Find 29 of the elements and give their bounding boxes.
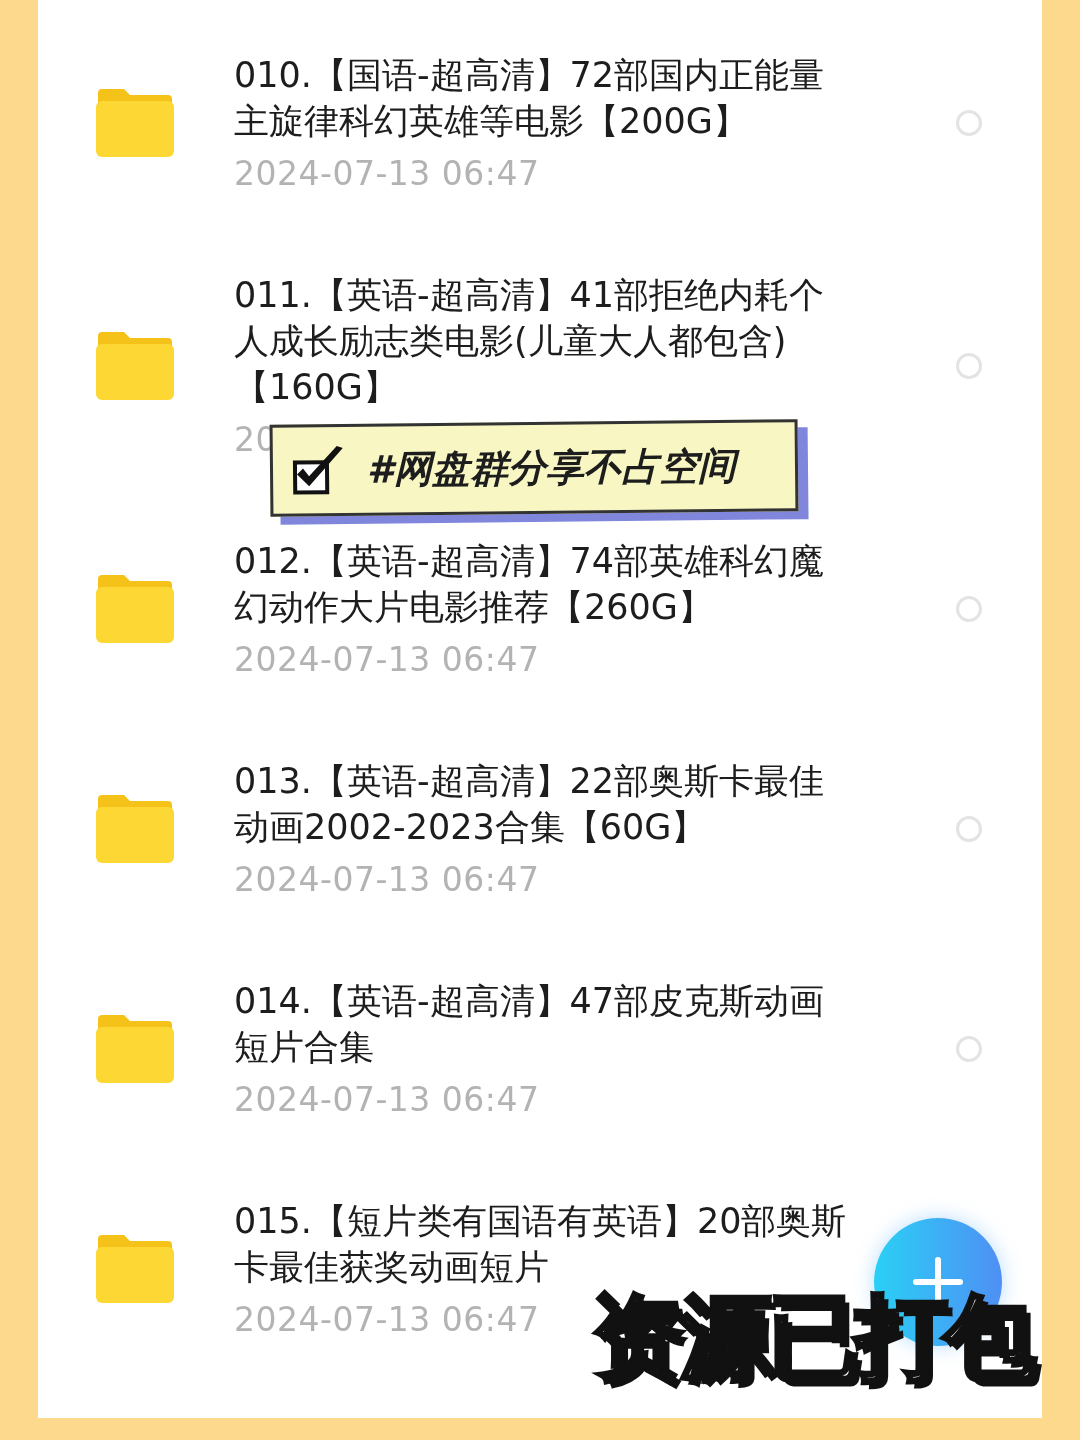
file-date: 2024-07-13 06:47 — [234, 860, 540, 899]
file-date: 2024-07-13 06:47 — [234, 640, 540, 679]
select-radio[interactable] — [956, 109, 982, 136]
file-name: 010.【国语-超高清】72部国内正能量 — [234, 54, 825, 97]
folder-icon — [94, 1232, 176, 1305]
file-name: 主旋律科幻英雄等电影【200G】 — [234, 100, 748, 143]
select-radio[interactable] — [956, 815, 982, 842]
folder-icon — [94, 1012, 176, 1085]
file-name: 幻动作大片电影推荐【260G】 — [234, 586, 713, 629]
file-date: 2024-07-13 06:47 — [234, 1080, 540, 1119]
file-name: 014.【英语-超高清】47部皮克斯动画 — [234, 980, 825, 1023]
file-name: 011.【英语-超高清】41部拒绝内耗个 — [234, 274, 825, 317]
file-name: 人成长励志类电影(儿童大人都包含) — [234, 320, 787, 363]
file-name: 动画2002-2023合集【60G】 — [234, 806, 707, 849]
file-name: 短片合集 — [234, 1026, 374, 1069]
folder-icon — [94, 792, 176, 865]
file-name: 【160G】 — [234, 366, 398, 409]
file-name: 015.【短片类有国语有英语】20部奥斯 — [234, 1200, 847, 1243]
folder-icon — [94, 329, 176, 402]
file-date: 2024-07-13 06:47 — [234, 154, 540, 193]
select-radio[interactable] — [956, 352, 982, 379]
select-radio[interactable] — [956, 1035, 982, 1062]
file-name: 012.【英语-超高清】74部英雄科幻魔 — [234, 540, 825, 583]
select-radio[interactable] — [956, 595, 982, 622]
folder-icon — [94, 572, 176, 645]
folder-icon — [94, 86, 176, 159]
file-name: 013.【英语-超高清】22部奥斯卡最佳 — [234, 760, 825, 803]
file-name: 卡最佳获奖动画短片 — [234, 1246, 549, 1289]
file-date: 2024-07-13 06:47 — [234, 1300, 540, 1339]
